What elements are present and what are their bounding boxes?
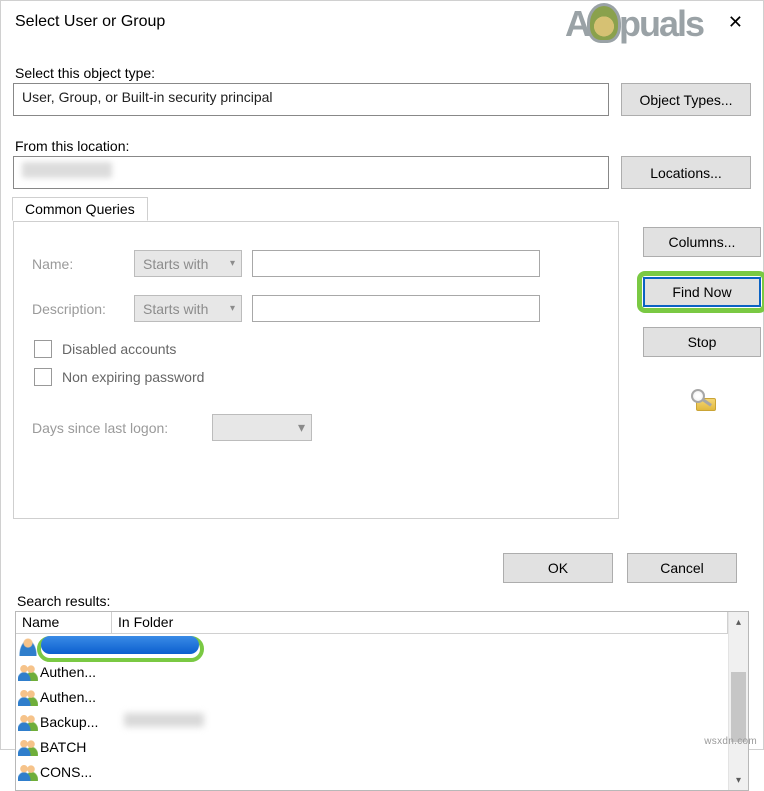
grid-header-row: Name In Folder xyxy=(16,612,728,634)
search-folder-icon xyxy=(688,389,716,411)
result-row[interactable]: Backup... xyxy=(16,709,728,734)
result-name: CONS... xyxy=(40,764,114,780)
chevron-down-icon: ▾ xyxy=(298,419,305,436)
watermark-mascot-icon xyxy=(587,3,621,43)
selection-highlight xyxy=(37,636,204,662)
group-icon xyxy=(18,763,38,781)
description-match-mode-dropdown: Starts with ▾ xyxy=(134,295,242,322)
side-buttons: Columns... Find Now Stop xyxy=(637,227,764,411)
result-folder xyxy=(114,713,728,730)
result-name: Backup... xyxy=(40,714,114,730)
select-user-or-group-dialog: A puals Select User or Group ✕ Select th… xyxy=(0,0,764,750)
search-results-grid: Name In Folder Authen... xyxy=(15,611,749,791)
days-since-logon-dropdown: ▾ xyxy=(212,414,312,441)
disabled-accounts-label: Disabled accounts xyxy=(62,341,176,357)
name-match-mode-value: Starts with xyxy=(143,256,208,272)
disabled-accounts-checkbox[interactable] xyxy=(34,340,52,358)
object-type-field: User, Group, or Built-in security princi… xyxy=(13,83,609,116)
from-location-label: From this location: xyxy=(15,138,751,154)
vertical-scrollbar[interactable]: ▴ ▾ xyxy=(728,612,748,790)
cancel-button[interactable]: Cancel xyxy=(627,553,737,583)
watermark-logo: A puals xyxy=(565,3,703,45)
days-since-logon-label: Days since last logon: xyxy=(32,420,202,436)
scroll-up-icon[interactable]: ▴ xyxy=(729,612,748,632)
name-filter-label: Name: xyxy=(32,256,124,272)
window-title: Select User or Group xyxy=(13,7,167,37)
result-row[interactable]: BATCH xyxy=(16,734,728,759)
stop-button[interactable]: Stop xyxy=(643,327,761,357)
chevron-down-icon: ▾ xyxy=(230,258,235,269)
location-value-redacted xyxy=(22,162,112,178)
close-icon[interactable]: ✕ xyxy=(720,9,751,35)
column-header-name[interactable]: Name xyxy=(16,612,112,633)
footer-credit: wsxdn.com xyxy=(704,736,757,747)
result-name: BATCH xyxy=(40,739,114,755)
watermark-text-puals: puals xyxy=(619,3,703,45)
object-type-label: Select this object type: xyxy=(15,65,751,81)
locations-button[interactable]: Locations... xyxy=(621,156,751,189)
scroll-track[interactable] xyxy=(729,632,748,770)
name-match-mode-dropdown: Starts with ▾ xyxy=(134,250,242,277)
user-icon xyxy=(18,638,38,656)
result-row[interactable]: Authen... xyxy=(16,659,728,684)
tab-common-queries[interactable]: Common Queries xyxy=(12,197,148,221)
find-now-button[interactable]: Find Now xyxy=(643,277,761,307)
non-expiring-password-checkbox[interactable] xyxy=(34,368,52,386)
chevron-down-icon: ▾ xyxy=(230,303,235,314)
result-row[interactable]: CONS... xyxy=(16,759,728,784)
group-icon xyxy=(18,738,38,756)
result-name: Authen... xyxy=(40,689,114,705)
name-filter-input[interactable] xyxy=(252,250,540,277)
ok-button[interactable]: OK xyxy=(503,553,613,583)
description-filter-label: Description: xyxy=(32,301,124,317)
result-row[interactable]: Authen... xyxy=(16,684,728,709)
group-icon xyxy=(18,663,38,681)
find-now-highlight: Find Now xyxy=(637,271,764,313)
object-types-button[interactable]: Object Types... xyxy=(621,83,751,116)
description-filter-input[interactable] xyxy=(252,295,540,322)
search-results-label: Search results: xyxy=(17,593,751,609)
location-field xyxy=(13,156,609,189)
description-match-mode-value: Starts with xyxy=(143,301,208,317)
folder-value-redacted xyxy=(124,713,204,727)
scroll-thumb[interactable] xyxy=(731,672,746,742)
common-queries-panel: Name: Starts with ▾ Description: Starts … xyxy=(13,221,619,519)
non-expiring-password-label: Non expiring password xyxy=(62,369,204,385)
group-icon xyxy=(18,713,38,731)
scroll-down-icon[interactable]: ▾ xyxy=(729,770,748,790)
watermark-text-a: A xyxy=(565,3,589,45)
result-row-selected[interactable] xyxy=(16,634,728,659)
columns-button[interactable]: Columns... xyxy=(643,227,761,257)
result-name: Authen... xyxy=(40,664,114,680)
group-icon xyxy=(18,688,38,706)
column-header-in-folder[interactable]: In Folder xyxy=(112,612,728,633)
grid-rows: Authen... Authen... Backup... xyxy=(16,634,728,784)
